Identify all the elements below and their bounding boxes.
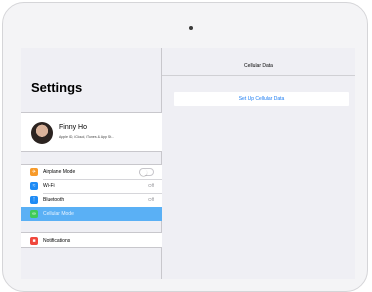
setup-cellular-data-button[interactable]: Set Up Cellular Data — [174, 96, 349, 102]
connectivity-group: ✈ Airplane Mode ≈ Wi-Fi Off ᛏ Bluetooth … — [21, 164, 162, 221]
profile-name: Finny Ho — [59, 124, 88, 131]
ipad-screen: 9:41 AM Tue Sep 12 ≈ 100% Settings Finny… — [21, 48, 355, 279]
profile-cell[interactable]: Finny Ho Apple ID, iCloud, iTunes & App … — [21, 112, 162, 152]
airplane-mode-toggle[interactable] — [139, 168, 154, 176]
setup-cellular-cell: Set Up Cellular Data — [174, 92, 349, 106]
sidebar-item-label: Cellular Mode — [43, 211, 74, 217]
sidebar-item-airplane-mode[interactable]: ✈ Airplane Mode — [21, 165, 162, 179]
airplane-icon: ✈ — [30, 168, 38, 176]
sidebar-item-cellular-mode[interactable]: ∞ Cellular Mode — [21, 207, 162, 221]
sidebar-item-label: Airplane Mode — [43, 169, 76, 175]
avatar — [31, 122, 53, 144]
wifi-icon: ≈ — [30, 182, 38, 190]
detail-title: Cellular Data — [244, 63, 273, 69]
notifications-group: ■ Notifications — [21, 232, 162, 248]
sidebar-item-notifications[interactable]: ■ Notifications — [21, 234, 162, 248]
front-camera — [189, 26, 193, 30]
sidebar-item-label: Wi-Fi — [43, 183, 55, 189]
sidebar-item-wifi[interactable]: ≈ Wi-Fi Off — [21, 179, 162, 193]
sidebar-item-bluetooth[interactable]: ᛏ Bluetooth Off — [21, 193, 162, 207]
cellular-data-detail-pane: Cellular Data Set Up Cellular Data — [162, 48, 355, 279]
bluetooth-icon: ᛏ — [30, 196, 38, 204]
nav-separator — [162, 75, 355, 76]
sidebar-item-label: Notifications — [43, 238, 71, 244]
page-title: Settings — [31, 80, 83, 95]
cellular-icon: ∞ — [30, 210, 38, 218]
profile-subtitle: Apple ID, iCloud, iTunes & App St... — [59, 135, 115, 139]
settings-master-pane: Settings Finny Ho Apple ID, iCloud, iTun… — [21, 48, 162, 279]
wifi-value: Off — [148, 183, 154, 188]
bluetooth-value: Off — [148, 197, 154, 202]
sidebar-item-label: Bluetooth — [43, 197, 65, 203]
notifications-icon: ■ — [30, 237, 38, 245]
